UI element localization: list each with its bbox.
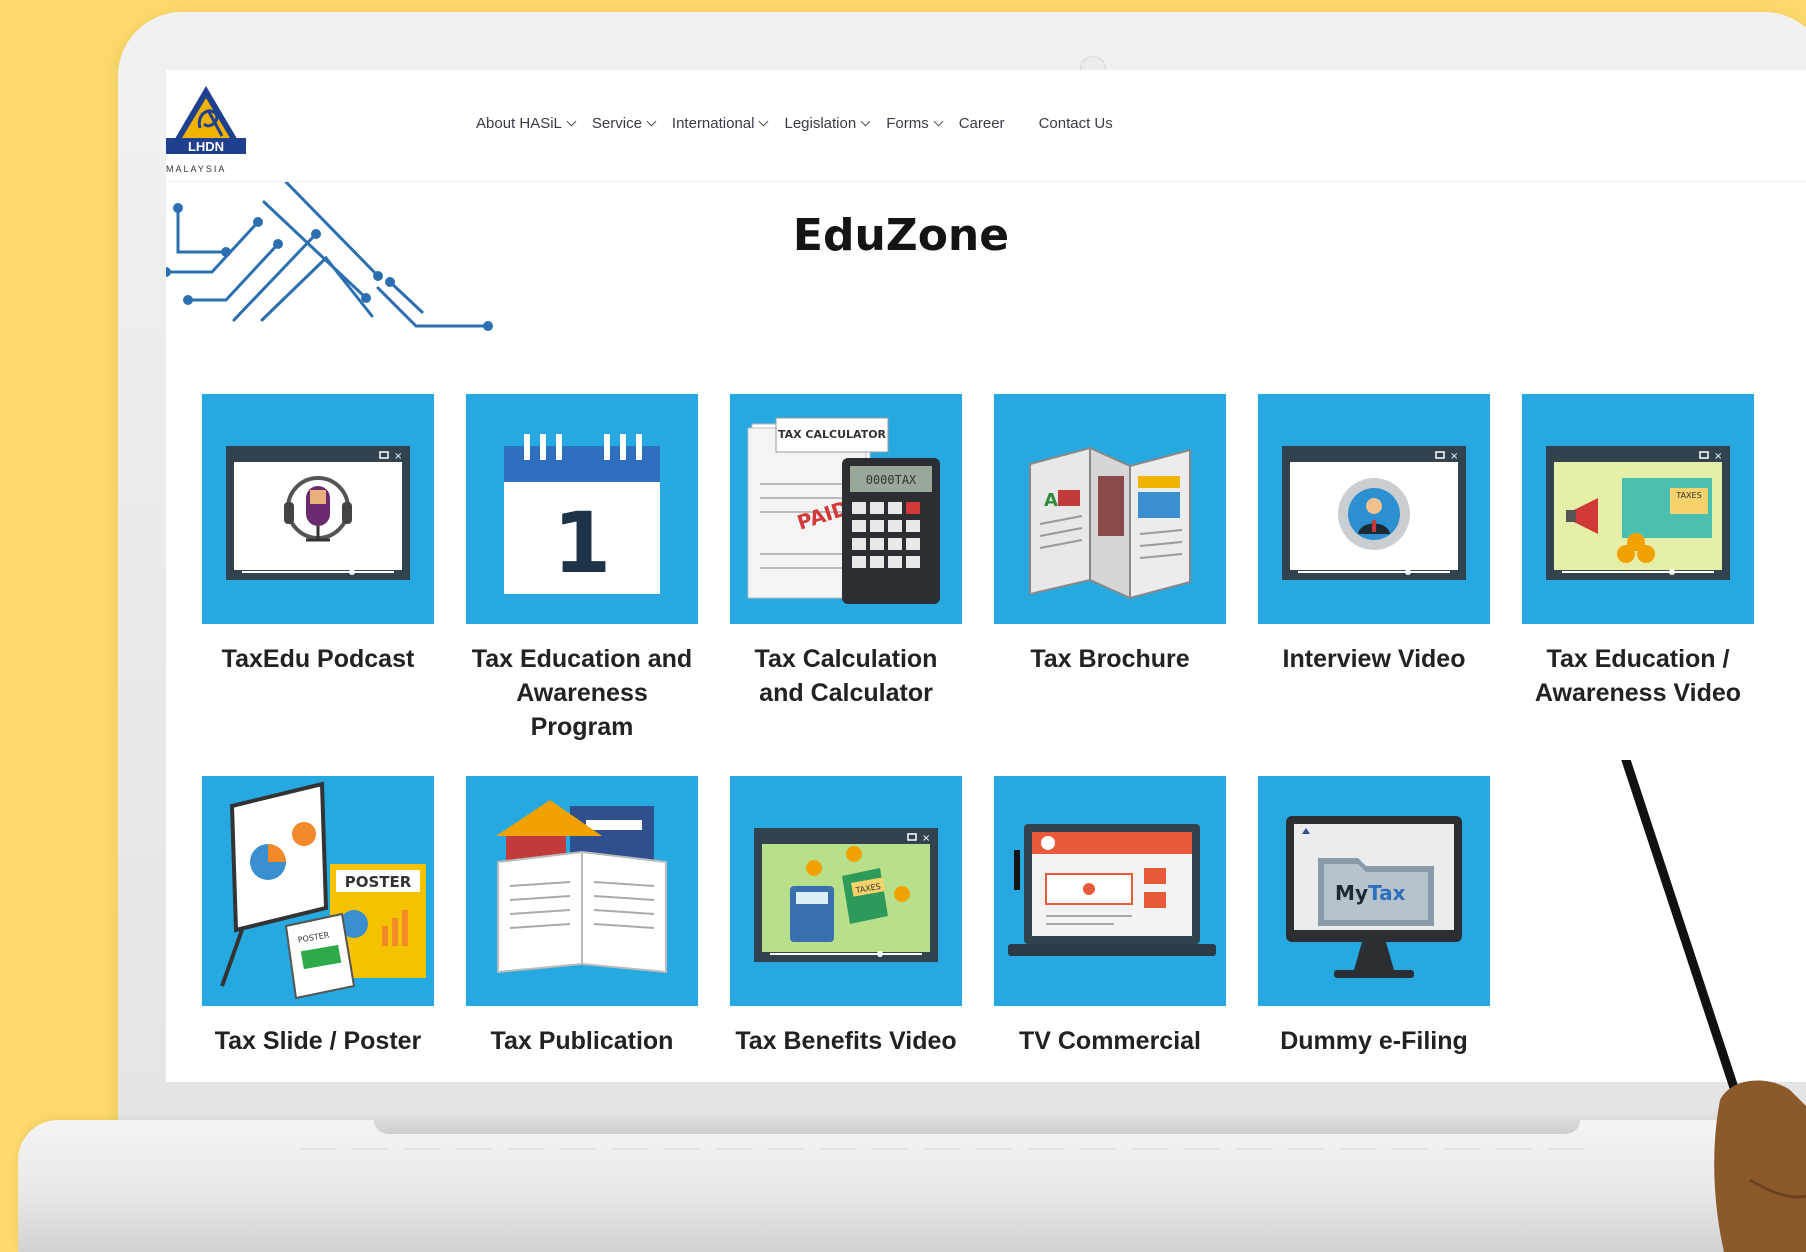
- interview-video-icon: ×: [1282, 446, 1466, 580]
- tile-tax-slide-poster[interactable]: POSTER POSTER Tax Slide / Poster: [202, 776, 434, 1058]
- tile-thumbnail: [994, 776, 1226, 1006]
- tile-label: Tax Education / Awareness Video: [1534, 645, 1742, 707]
- tile-thumbnail: TAX CALCULATOR PAID 0000TAX: [730, 394, 962, 624]
- tile-label: Tax Publication: [490, 1027, 674, 1055]
- nav-label: Contact Us: [1038, 115, 1113, 132]
- pointer-stick-icon: [1621, 760, 1806, 1252]
- tile-label: TV Commercial: [1018, 1027, 1201, 1055]
- svg-text:TAX CALCULATOR: TAX CALCULATOR: [778, 428, 887, 441]
- calendar-icon: 1: [504, 434, 660, 594]
- tile-thumbnail: ×: [1258, 394, 1490, 624]
- nav-legislation[interactable]: Legislation: [784, 115, 871, 132]
- nav-label: Legislation: [784, 115, 857, 132]
- nav-international[interactable]: International: [671, 115, 769, 132]
- svg-text:1: 1: [553, 494, 611, 592]
- tile-interview-video[interactable]: × Interview Video: [1258, 394, 1490, 676]
- brochure-icon: A: [1029, 446, 1191, 600]
- tile-tax-education-program[interactable]: 1 Tax Education and Awareness Program: [466, 394, 698, 744]
- tile-thumbnail: A: [994, 394, 1226, 624]
- chevron-down-icon: [860, 116, 871, 127]
- tile-label: TaxEdu Podcast: [221, 645, 415, 673]
- tile-tv-commercial[interactable]: TV Commercial: [994, 776, 1226, 1058]
- poster-icon: POSTER POSTER: [220, 781, 426, 1000]
- tile-thumbnail: POSTER POSTER: [202, 776, 434, 1006]
- svg-text:×: ×: [1450, 451, 1458, 462]
- tile-taxedu-podcast[interactable]: × TaxEdu Podcast: [202, 394, 434, 676]
- svg-text:My: My: [1335, 881, 1368, 905]
- tile-label: Tax Brochure: [1030, 645, 1190, 673]
- nav-label: About HASiL: [476, 115, 562, 132]
- nav-about-hasil[interactable]: About HASiL: [476, 115, 577, 132]
- svg-text:LHDN: LHDN: [188, 139, 224, 154]
- nav-label: Service: [591, 115, 642, 132]
- tax-calculator-icon: TAX CALCULATOR PAID 0000TAX: [747, 417, 940, 604]
- svg-text:A: A: [1044, 490, 1058, 511]
- tile-tax-benefits-video[interactable]: × TAXES Tax Benefits Video: [730, 776, 962, 1058]
- chevron-down-icon: [759, 116, 769, 127]
- tile-label: Tax Education and Awareness Program: [471, 645, 693, 741]
- svg-text:Tax: Tax: [1368, 881, 1406, 905]
- chevron-down-icon: [933, 116, 944, 127]
- svg-text:×: ×: [394, 451, 402, 462]
- nav-label: Forms: [886, 115, 929, 132]
- tile-thumbnail: × TAXES: [1522, 394, 1754, 624]
- awareness-video-icon: × TAXES: [1546, 446, 1730, 580]
- tile-thumbnail: 1: [466, 394, 698, 624]
- tile-thumbnail: × TAXES: [730, 776, 962, 1006]
- svg-text:×: ×: [1714, 451, 1722, 462]
- tile-label: Tax Calculation and Calculator: [754, 645, 938, 707]
- svg-text:TAXES: TAXES: [1675, 491, 1701, 500]
- chevron-down-icon: [566, 116, 577, 127]
- nav-service[interactable]: Service: [591, 115, 657, 132]
- logo-subtext: MALAYSIA: [166, 164, 227, 174]
- tile-thumbnail: My Tax: [1258, 776, 1490, 1006]
- tile-tax-publication[interactable]: Tax Publication: [466, 776, 698, 1058]
- tile-label: Tax Slide / Poster: [214, 1027, 422, 1055]
- lhdn-logo-icon: LHDN: [166, 86, 246, 154]
- tile-thumbnail: [466, 776, 698, 1006]
- nav-contact-us[interactable]: Contact Us: [1039, 115, 1113, 132]
- nav-career[interactable]: Career: [959, 115, 1005, 132]
- tile-label: Interview Video: [1282, 645, 1466, 673]
- laptop-base: [18, 1120, 1806, 1252]
- svg-text:×: ×: [922, 833, 930, 844]
- tile-tax-brochure[interactable]: A Tax Brochure: [994, 394, 1226, 676]
- lhdn-logo[interactable]: LHDN MALAYSIA: [166, 84, 262, 174]
- svg-text:POSTER: POSTER: [345, 873, 412, 891]
- keyboard-hint: [300, 1148, 1590, 1150]
- podcast-video-icon: ×: [226, 446, 410, 580]
- tile-awareness-video[interactable]: × TAXES Tax Education / Awareness Video: [1522, 394, 1754, 710]
- tile-label: Tax Benefits Video: [735, 1027, 957, 1055]
- tile-tax-calculation[interactable]: TAX CALCULATOR PAID 0000TAX Tax Calculat…: [730, 394, 962, 710]
- benefits-video-icon: × TAXES: [754, 828, 938, 962]
- efiling-monitor-icon: My Tax: [1286, 816, 1462, 978]
- publication-icon: [496, 800, 667, 974]
- page-title: EduZone: [792, 210, 1010, 261]
- svg-text:0000TAX: 0000TAX: [866, 473, 917, 487]
- site-header: LHDN MALAYSIA About HASiL Service Intern…: [166, 70, 1806, 182]
- laptop-hinge: [374, 1116, 1580, 1134]
- nav-label: International: [671, 115, 755, 132]
- chevron-down-icon: [646, 116, 657, 127]
- tile-label: Dummy e-Filing: [1280, 1027, 1468, 1055]
- nav-label: Career: [958, 115, 1005, 132]
- browser-screen: LHDN MALAYSIA About HASiL Service Intern…: [166, 70, 1806, 1082]
- tv-commercial-icon: [1008, 824, 1216, 956]
- tile-thumbnail: ×: [202, 394, 434, 624]
- nav-forms[interactable]: Forms: [886, 115, 944, 132]
- main-nav: About HASiL Service International Legisl…: [476, 115, 1147, 132]
- tile-dummy-efiling[interactable]: My Tax Dummy e-Filing: [1258, 776, 1490, 1058]
